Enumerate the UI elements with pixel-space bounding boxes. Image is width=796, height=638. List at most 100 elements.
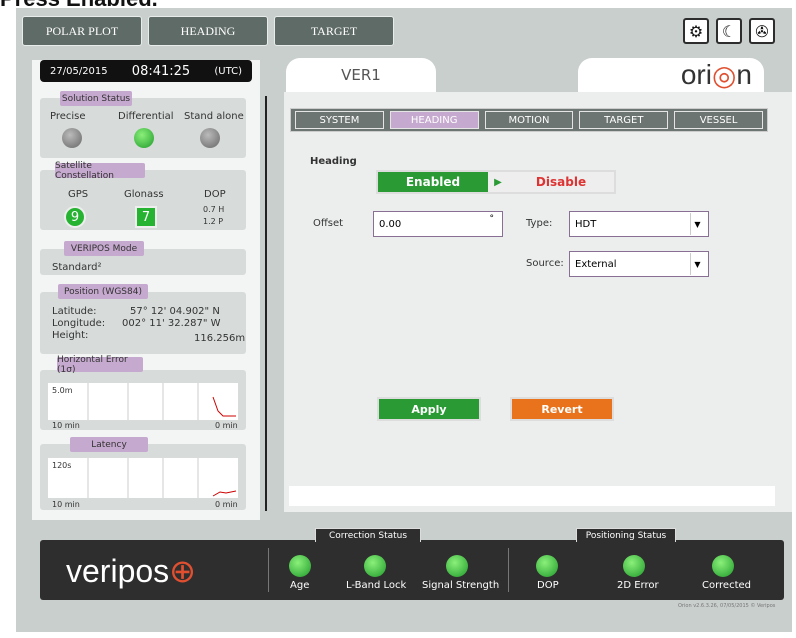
subtab-heading[interactable]: HEADING [389,111,479,129]
toggle-arrow-icon: ▶ [488,172,508,192]
source-dropdown-icon: ▼ [690,253,704,275]
veripos-logo: veripos⊕ [66,552,196,590]
exit-icon[interactable]: ✇ [749,18,775,44]
subtab-target[interactable]: TARGET [579,111,669,129]
logo-text-end: n [736,59,752,90]
nav-polar-plot[interactable]: POLAR PLOT [22,16,142,46]
subtab-motion[interactable]: MOTION [484,111,574,129]
degree-unit: ° [489,214,495,224]
age-label: Age [290,580,310,591]
offset-label: Offset [313,218,344,229]
version-text: Orion v2.6.3.26, 07/05/2015 © Veripos [678,603,776,609]
latitude-label: Latitude: [52,306,97,317]
settings-gear-icon[interactable]: ⚙ [683,18,709,44]
herr-x1-label: 0 min [215,421,238,430]
subtab-vessel[interactable]: VESSEL [674,111,763,129]
latency-x1-label: 0 min [215,500,238,509]
gps-header: GPS [68,189,89,200]
latency-label: Latency [70,437,148,452]
enabled-button[interactable]: Enabled [378,172,488,192]
dop-h: 0.7 H [203,205,225,214]
dop-header: DOP [204,189,226,200]
top-navigation: POLAR PLOT HEADING TARGET [22,16,790,50]
timezone-text: (UTC) [214,65,242,77]
revert-button[interactable]: Revert [510,397,614,421]
date-text: 27/05/2015 [50,65,108,77]
nav-heading[interactable]: HEADING [148,16,268,46]
type-dropdown-icon: ▼ [690,213,704,235]
time-text: 08:41:25 [131,63,191,79]
glonass-header: Glonass [124,189,164,200]
lband-indicator [364,555,386,577]
heading-toggle: Enabled ▶ Disable [376,170,616,194]
panel-divider [265,96,267,511]
herr-y-label: 5.0m [52,386,73,395]
source-label: Source: [526,258,564,269]
latitude-value: 57° 12' 04.902" N [130,306,220,317]
2d-error-label: 2D Error [617,580,659,591]
night-mode-icon[interactable]: ☾ [716,18,742,44]
positioning-status-label: Positioning Status [576,528,676,542]
latency-x0-label: 10 min [52,500,80,509]
latency-chart [48,458,238,498]
horizontal-error-chart [48,383,238,420]
height-label: Height: [52,330,89,341]
signal-indicator [446,555,468,577]
heading-settings-panel [284,92,792,512]
glonass-count: 7 [135,206,157,228]
differential-indicator [134,128,154,148]
offset-input[interactable]: 0.00 ° [373,211,503,237]
dop-indicator [536,555,558,577]
latency-y-label: 120s [52,461,72,470]
standalone-indicator [200,128,220,148]
clock: 27/05/2015 08:41:25 (UTC) [40,60,252,82]
lband-label: L-Band Lock [346,580,407,591]
gps-count: 9 [64,206,86,228]
solution-status-label: Solution Status [60,91,132,106]
offset-value: 0.00 [379,218,402,230]
longitude-label: Longitude: [52,318,106,329]
herr-x0-label: 10 min [52,421,80,430]
mode-standalone: Stand alone [184,111,244,122]
status-divider-1 [268,548,269,592]
mode-precise: Precise [50,111,86,122]
precise-indicator [62,128,82,148]
horizontal-error-plot [87,383,236,420]
corrected-indicator [712,555,734,577]
heading-title: Heading [310,156,357,167]
veripos-logo-text: veripos [66,553,170,589]
logo-text-start: ori [680,59,712,90]
position-label: Position (WGS84) [58,284,148,299]
age-indicator [289,555,311,577]
settings-tabs: SYSTEM HEADING MOTION TARGET VESSEL [290,108,768,132]
source-select[interactable]: External ▼ [569,251,709,277]
horizontal-error-label: Horizontal Error (1σ) [57,355,143,375]
source-value: External [575,258,617,270]
status-message-area [289,486,775,506]
type-label: Type: [526,218,553,229]
signal-label: Signal Strength [422,580,500,591]
2d-error-indicator [623,555,645,577]
apply-button[interactable]: Apply [377,397,481,421]
type-select[interactable]: HDT ▼ [569,211,709,237]
satellite-label: Satellite Constellation [55,161,145,181]
corrected-label: Corrected [702,580,751,591]
longitude-value: 002° 11' 32.287" W [122,318,221,329]
subtab-system[interactable]: SYSTEM [295,111,384,129]
veripos-mode-label: VERIPOS Mode [64,241,144,256]
status-divider-2 [508,548,509,592]
height-value: 116.256m [194,333,246,344]
type-value: HDT [575,218,597,230]
orion-logo: ori ◎ n [578,58,764,92]
veripos-target-icon: ⊕ [169,553,196,589]
dop-p: 1.2 P [203,217,224,226]
tab-ver1[interactable]: VER1 [286,58,436,92]
nav-target[interactable]: TARGET [274,16,394,46]
correction-status-label: Correction Status [315,528,421,542]
disable-button[interactable]: Disable [508,172,614,192]
latency-plot [87,458,237,498]
mode-differential: Differential [118,111,174,122]
veripos-mode-value: Standard² [52,262,102,273]
logo-target-icon: ◎ [711,59,737,91]
dop-label: DOP [537,580,559,591]
